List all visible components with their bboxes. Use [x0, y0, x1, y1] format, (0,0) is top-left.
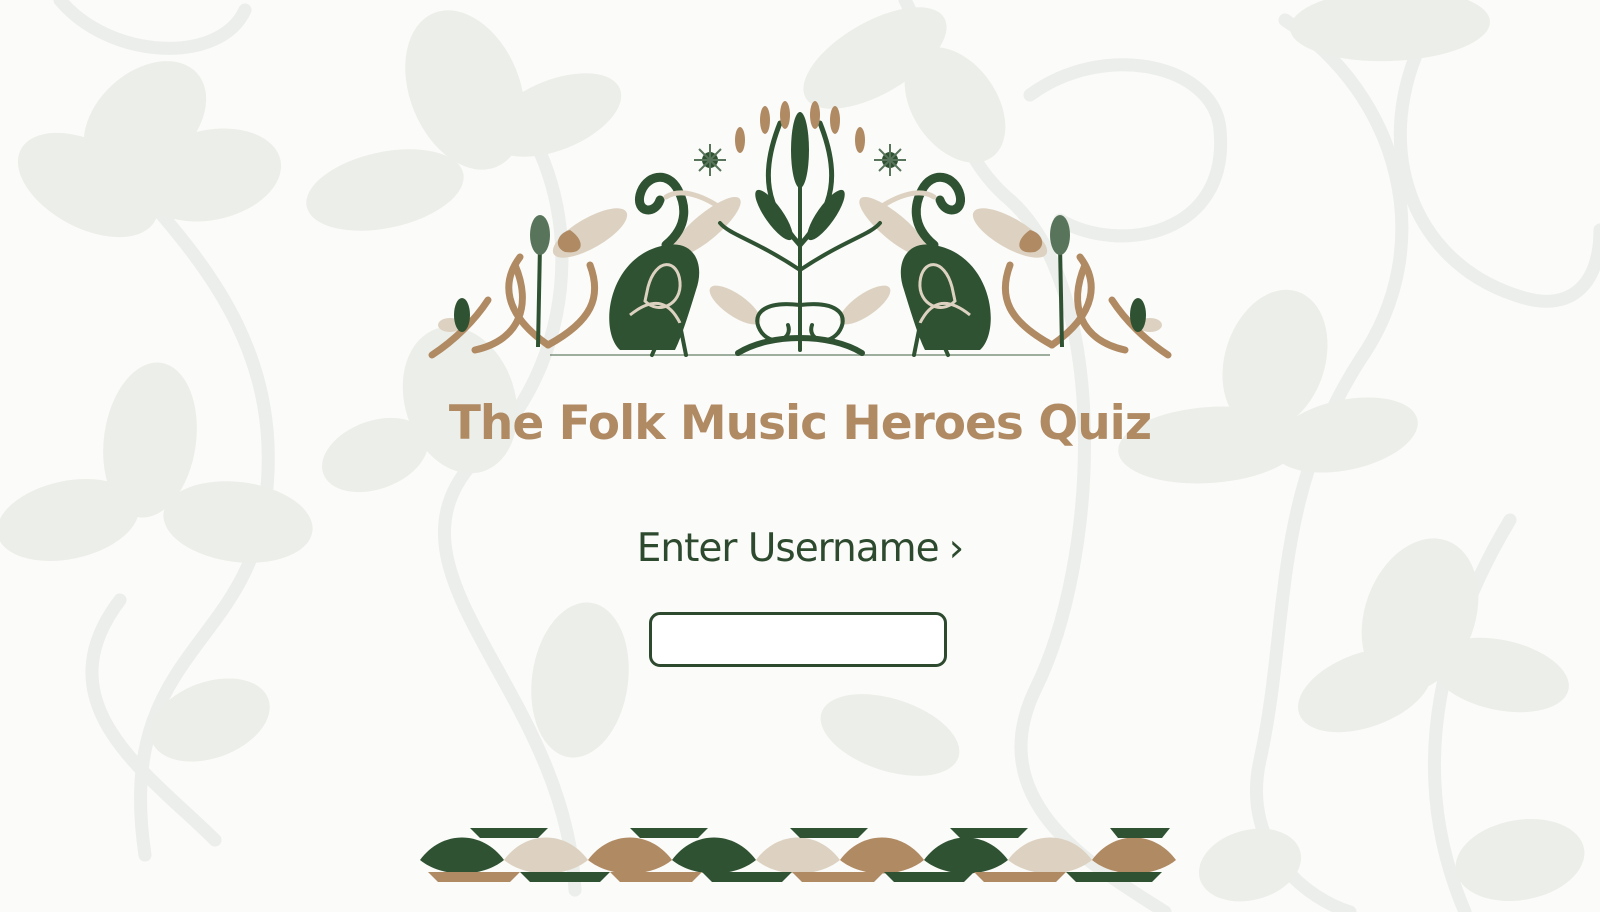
enter-username-text: Enter Username	[636, 526, 940, 571]
leaf-border-ornament-icon	[420, 828, 1176, 882]
content-area: The Folk Music Heroes Quiz Enter Usernam…	[0, 0, 1600, 912]
enter-username-label: Enter Username ›	[0, 526, 1600, 571]
quiz-title: The Folk Music Heroes Quiz	[448, 396, 1152, 451]
username-input[interactable]	[649, 612, 947, 667]
chevron-right-icon: ›	[948, 526, 965, 571]
quiz-start-page: The Folk Music Heroes Quiz Enter Usernam…	[0, 0, 1600, 912]
heron-folk-ornament-icon	[428, 101, 1172, 359]
